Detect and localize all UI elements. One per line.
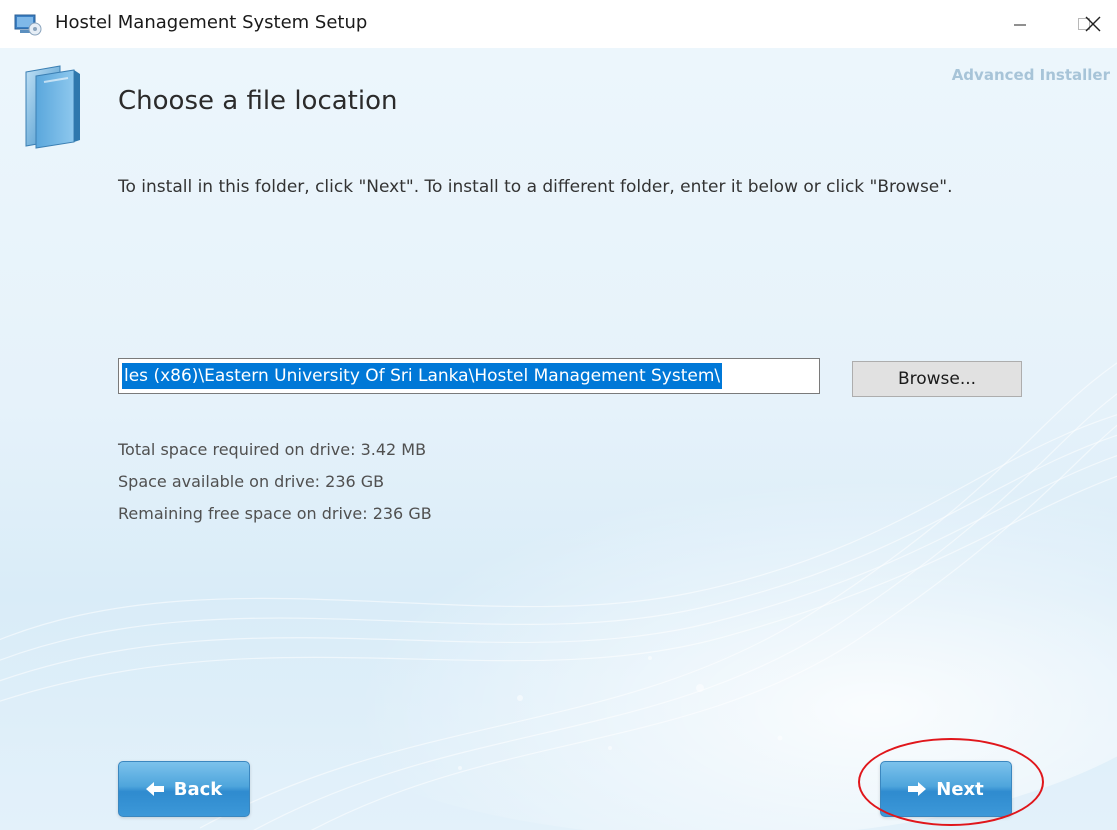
window-title: Hostel Management System Setup bbox=[55, 12, 368, 33]
install-path-value: les (x86)\Eastern University Of Sri Lank… bbox=[122, 363, 723, 389]
arrow-left-icon bbox=[145, 782, 164, 796]
installer-app-icon bbox=[14, 14, 42, 36]
page-title: Choose a file location bbox=[118, 86, 398, 116]
next-button[interactable]: Next bbox=[880, 761, 1012, 817]
browse-button[interactable]: Browse... bbox=[852, 361, 1022, 397]
minimize-icon bbox=[1014, 24, 1026, 26]
install-path-input[interactable]: les (x86)\Eastern University Of Sri Lank… bbox=[118, 358, 820, 394]
space-required-text: Total space required on drive: 3.42 MB bbox=[118, 440, 427, 459]
space-remaining-text: Remaining free space on drive: 236 GB bbox=[118, 504, 432, 523]
instructions-text: To install in this folder, click "Next".… bbox=[118, 177, 953, 197]
disk-space-info: Total space required on drive: 3.42 MB S… bbox=[118, 438, 432, 534]
minimize-button[interactable] bbox=[992, 0, 1048, 48]
folder-icon bbox=[14, 62, 104, 152]
next-label: Next bbox=[936, 778, 984, 800]
brand-label: Advanced Installer bbox=[951, 66, 1110, 84]
space-available-text: Space available on drive: 236 GB bbox=[118, 472, 385, 491]
wizard-page: Advanced Installer Choose a file locatio… bbox=[0, 48, 1117, 830]
installer-window: Hostel Management System Setup Advanced … bbox=[0, 0, 1117, 830]
arrow-right-icon bbox=[908, 782, 927, 796]
back-button[interactable]: Back bbox=[118, 761, 250, 817]
back-label: Back bbox=[173, 778, 223, 800]
close-icon bbox=[1085, 16, 1100, 32]
title-bar: Hostel Management System Setup bbox=[0, 0, 1117, 48]
close-button[interactable] bbox=[1068, 0, 1117, 48]
